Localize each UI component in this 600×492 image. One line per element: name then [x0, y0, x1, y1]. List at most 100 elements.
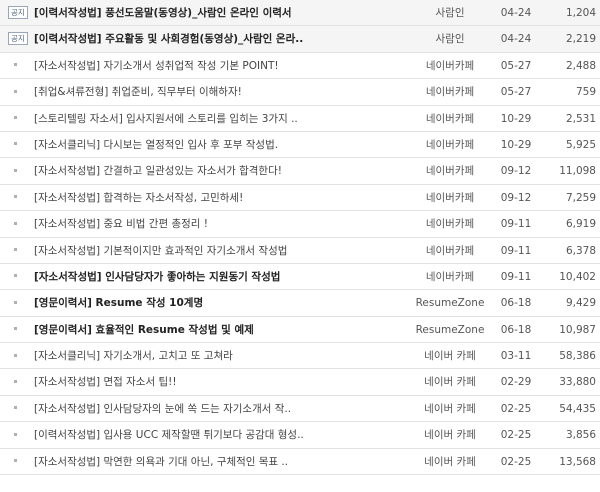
- bullet-icon: [8, 449, 30, 475]
- post-view-count: 6,378: [565, 244, 596, 257]
- post-title-link[interactable]: [자소서작성법] 막연한 의욕과 기대 아닌, 구체적인 목표 ..: [34, 449, 406, 475]
- post-source: 네이버카페: [425, 218, 475, 231]
- bullet-icon: [8, 132, 30, 158]
- bullet-icon: [8, 185, 30, 211]
- post-date: 03-11: [500, 350, 532, 363]
- bullet-icon: [8, 317, 30, 343]
- bullet-icon: [8, 343, 30, 369]
- post-title-link[interactable]: [이력서작성법] 입사용 UCC 제작할땐 튀기보다 공감대 형성..: [34, 422, 406, 448]
- post-source: 네이버 카페: [424, 402, 476, 415]
- post-source: 사람인: [435, 33, 465, 46]
- post-source: 네이버 카페: [424, 455, 476, 468]
- bullet-icon: [8, 422, 30, 448]
- post-title-link[interactable]: [자소서작성법] 자기소개서 성취업적 작성 기본 POINT!: [34, 53, 406, 79]
- post-date: 05-27: [500, 59, 532, 72]
- post-date: 05-27: [500, 86, 532, 99]
- post-title-link[interactable]: [자소서클리닉] 자기소개서, 고치고 또 고쳐라: [34, 343, 406, 369]
- post-row: [자소서작성법] 면접 자소서 팁!! 네이버 카페 02-29 33,880: [0, 369, 600, 396]
- post-view-count: 9,429: [565, 297, 596, 310]
- post-title-link[interactable]: [자소서작성법] 인사담당자의 눈에 쏙 드는 자기소개서 작..: [34, 396, 406, 422]
- bullet-icon: [8, 290, 30, 316]
- post-row: [자소서작성법] 합격하는 자소서작성, 고민하세! 네이버카페 09-12 7,25…: [0, 185, 600, 212]
- post-title-link[interactable]: [자소서클리닉] 다시보는 열정적인 입사 후 포부 작성법.: [34, 132, 406, 158]
- bullet-icon: [8, 79, 30, 105]
- post-title-link[interactable]: [이력서작성법] 주요활동 및 사회경험(동영상)_사람인 온라..: [34, 26, 406, 52]
- post-title-link[interactable]: [영문이력서] 효율적인 Resume 작성법 및 예제: [34, 317, 406, 343]
- post-title-link[interactable]: [자소서작성법] 면접 자소서 팁!!: [34, 369, 406, 395]
- post-row: [영문이력서] Resume 작성 10계명 ResumeZone 06-18 9,4…: [0, 290, 600, 317]
- post-view-count: 10,402: [559, 270, 596, 283]
- post-row: [자소서작성법] 간결하고 일관성있는 자소서가 합격한다! 네이버카페 09-12…: [0, 158, 600, 185]
- post-title-link[interactable]: [자소서작성법] 인사담당자가 좋아하는 지원동기 작성법: [34, 264, 406, 290]
- post-view-count: 759: [575, 86, 596, 99]
- post-row: [자소서작성법] 중요 비법 간편 총정리 ! 네이버카페 09-11 6,919: [0, 211, 600, 238]
- post-date: 09-11: [500, 270, 532, 283]
- notice-badge-label: 공지: [8, 5, 28, 19]
- post-source: 네이버카페: [425, 59, 475, 72]
- post-row: [자소서작성법] 자기소개서 성취업적 작성 기본 POINT! 네이버카페 05-…: [0, 53, 600, 80]
- post-view-count: 6,919: [565, 218, 596, 231]
- post-row: [자소서작성법] 인사담당자의 눈에 쏙 드는 자기소개서 작.. 네이버 카페 0…: [0, 396, 600, 423]
- post-view-count: 10,987: [559, 323, 596, 336]
- board-list: 공지 [이력서작성법] 풍선도움말(동영상)_사람인 온라인 이력서사람인 04-2…: [0, 0, 600, 476]
- post-view-count: 11,098: [559, 165, 596, 178]
- post-date: 04-24: [500, 33, 532, 46]
- post-view-count: 2,219: [565, 33, 596, 46]
- post-date: 09-12: [500, 191, 532, 204]
- bullet-dot-icon: [14, 116, 17, 120]
- bullet-dot-icon: [14, 274, 17, 278]
- bullet-dot-icon: [14, 248, 17, 252]
- post-date: 10-29: [500, 138, 532, 151]
- post-row: [자소서작성법] 막연한 의욕과 기대 아닌, 구체적인 목표 .. 네이버 카페…: [0, 449, 600, 476]
- bullet-icon: [8, 396, 30, 422]
- post-view-count: 13,568: [559, 455, 596, 468]
- bullet-icon: [8, 158, 30, 184]
- post-source: 네이버 카페: [424, 429, 476, 442]
- post-row: [자소서클리닉] 자기소개서, 고치고 또 고쳐라 네이버 카페 03-11 58,3…: [0, 343, 600, 370]
- post-row: [자소서작성법] 인사담당자가 좋아하는 지원동기 작성법 네이버카페 09-11 1…: [0, 264, 600, 291]
- post-date: 09-11: [500, 218, 532, 231]
- post-source: 네이버카페: [425, 165, 475, 178]
- post-source: 네이버 카페: [424, 376, 476, 389]
- bullet-dot-icon: [14, 379, 17, 383]
- bullet-dot-icon: [14, 300, 17, 304]
- post-view-count: 2,488: [565, 59, 596, 72]
- post-source: 네이버 카페: [424, 350, 476, 363]
- bullet-dot-icon: [14, 353, 17, 357]
- post-view-count: 7,259: [565, 191, 596, 204]
- post-source: 네이버카페: [425, 86, 475, 99]
- post-title-link[interactable]: [취업&셔류전형] 취업준비, 직무부터 이해하자!: [34, 79, 406, 105]
- post-title-link[interactable]: [이력서작성법] 풍선도움말(동영상)_사람인 온라인 이력서: [34, 0, 406, 26]
- post-view-count: 54,435: [559, 402, 596, 415]
- notice-badge: 공지: [8, 26, 30, 52]
- bullet-icon: [8, 264, 30, 290]
- post-date: 02-25: [500, 455, 532, 468]
- post-source: 네이버카페: [425, 191, 475, 204]
- post-title-link[interactable]: [자소서작성법] 간결하고 일관성있는 자소서가 합격한다!: [34, 158, 406, 184]
- post-source: 네이버카페: [425, 138, 475, 151]
- notice-badge-label: 공지: [8, 31, 28, 45]
- post-row: [취업&셔류전형] 취업준비, 직무부터 이해하자! 네이버카페 05-27 759: [0, 79, 600, 106]
- bullet-icon: [8, 369, 30, 395]
- post-title-link[interactable]: [자소서작성법] 합격하는 자소서작성, 고민하세!: [34, 185, 406, 211]
- post-title-link[interactable]: [영문이력서] Resume 작성 10계명: [34, 290, 406, 316]
- post-view-count: 1,204: [565, 7, 596, 19]
- bullet-icon: [8, 238, 30, 264]
- post-date: 10-29: [500, 112, 532, 125]
- bullet-dot-icon: [14, 195, 17, 199]
- bullet-dot-icon: [14, 459, 17, 463]
- post-view-count: 5,925: [565, 138, 596, 151]
- bullet-icon: [8, 211, 30, 237]
- bullet-dot-icon: [14, 406, 17, 410]
- post-title-link[interactable]: [자소서작성법] 중요 비법 간편 총정리 !: [34, 211, 406, 237]
- post-row: [영문이력서] 효율적인 Resume 작성법 및 예제 ResumeZone 06…: [0, 317, 600, 344]
- post-date: 09-11: [500, 244, 532, 257]
- post-view-count: 58,386: [559, 350, 596, 363]
- post-row: [자소서클리닉] 다시보는 열정적인 입사 후 포부 작성법. 네이버카페 10-2…: [0, 132, 600, 159]
- bullet-dot-icon: [14, 142, 17, 146]
- post-source: 네이버카페: [425, 244, 475, 257]
- post-row: [자소서작성법] 기본적이지만 효과적인 자기소개서 작성법 네이버카페 09-11…: [0, 238, 600, 264]
- post-title-link[interactable]: [자소서작성법] 기본적이지만 효과적인 자기소개서 작성법: [34, 238, 406, 264]
- notice-badge: 공지: [8, 0, 30, 26]
- post-title-link[interactable]: [스토리텔링 자소서] 입사지원서에 스토리를 입히는 3가지 ..: [34, 106, 406, 132]
